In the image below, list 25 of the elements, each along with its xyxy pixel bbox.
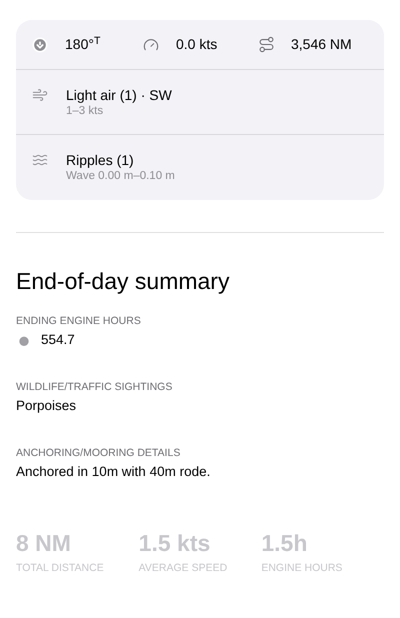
field-value: Anchored in 10m with 40m rode. xyxy=(16,463,210,481)
field-label: WILDLIFE/TRAFFIC SIGHTINGS xyxy=(16,380,174,394)
waves-icon xyxy=(32,152,48,168)
condition-subtitle: 1–3 kts xyxy=(66,104,104,119)
condition-title: Light air (1) · SW xyxy=(66,86,172,104)
route-icon xyxy=(258,36,275,53)
metric-value: 3,546 NM xyxy=(291,35,352,54)
stat-value: 1.5 kts xyxy=(138,529,212,557)
wind-icon xyxy=(32,87,48,103)
arrow-down-icon xyxy=(32,36,48,52)
metric-value: 180°$^{T}$ xyxy=(65,34,100,54)
stat-label: ENGINE HOURS xyxy=(261,561,344,575)
stat-label: TOTAL DISTANCE xyxy=(16,561,105,575)
stat-label: AVERAGE SPEED xyxy=(138,561,228,575)
field-value: 554.7 xyxy=(41,331,75,349)
condition-title: Ripples (1) xyxy=(66,151,135,169)
gauge-icon xyxy=(143,36,159,52)
field-value: Porpoises xyxy=(16,397,76,415)
stat-value: 8 NM xyxy=(16,529,72,557)
condition-subtitle: Wave 0.00 m–0.10 m xyxy=(66,169,175,184)
stat-value: 1.5h xyxy=(261,529,308,557)
section-title: End-of-day summary xyxy=(16,267,230,296)
field-label: ANCHORING/MOORING DETAILS xyxy=(16,446,182,460)
field-label: ENDING ENGINE HOURS xyxy=(16,314,142,328)
metric-value: 0.0 kts xyxy=(176,35,218,54)
